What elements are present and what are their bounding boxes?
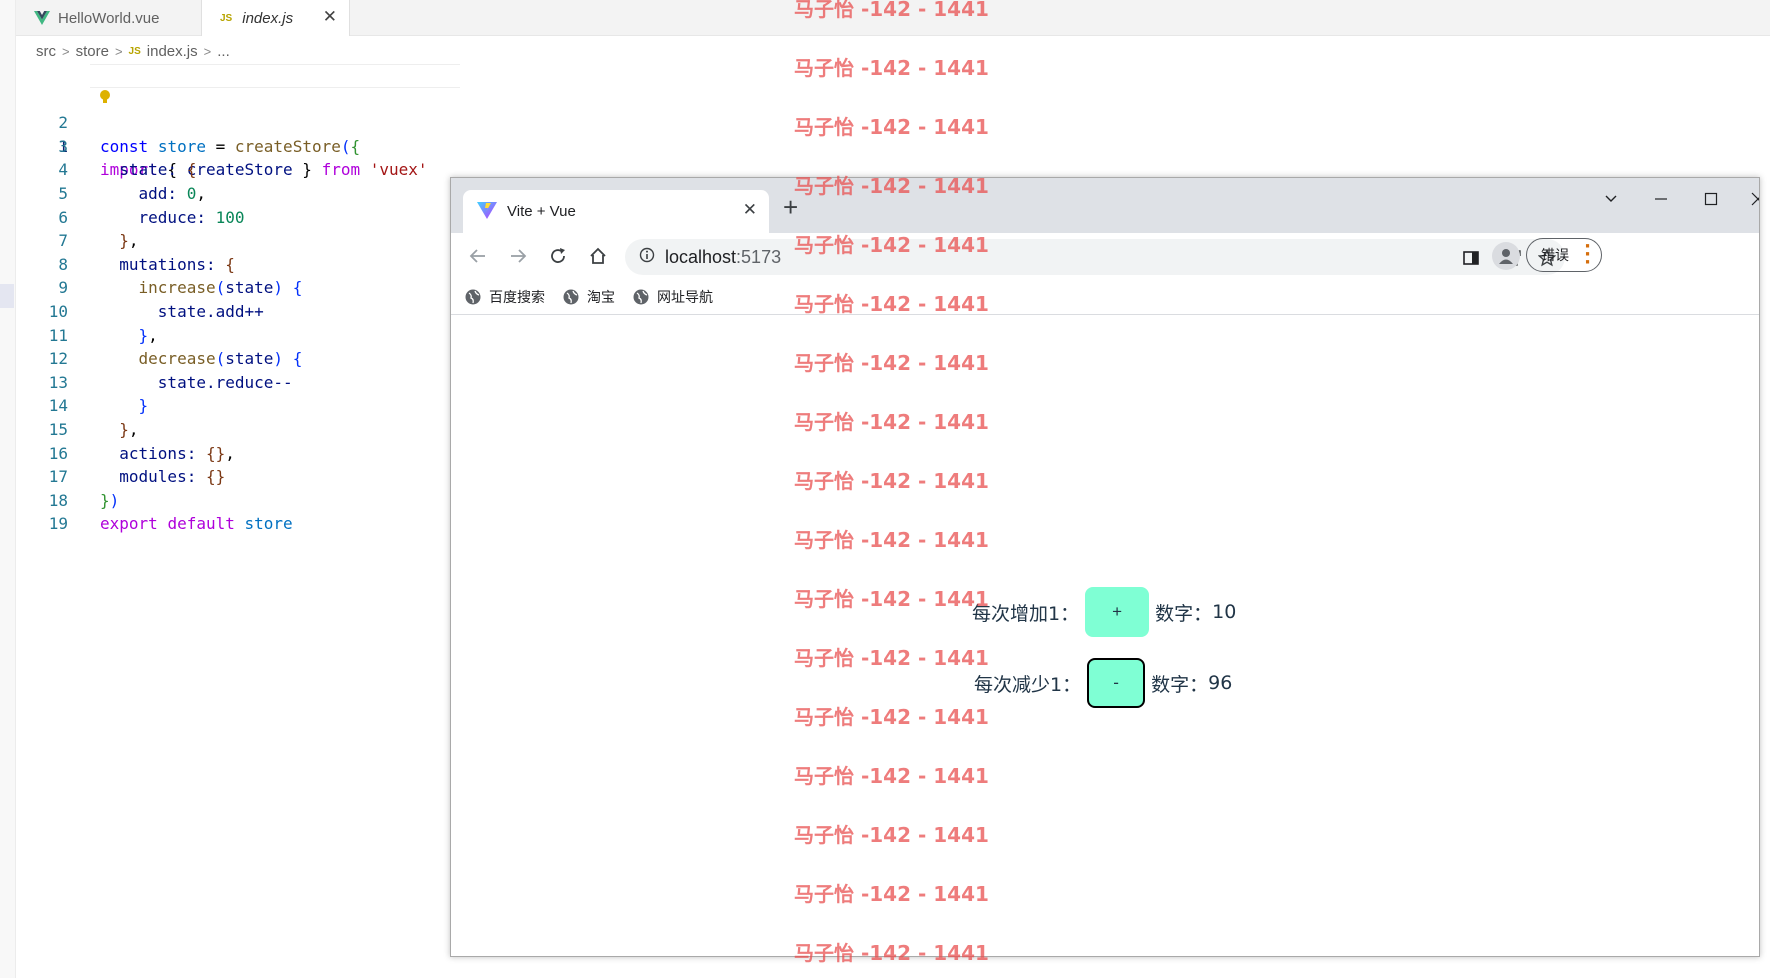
chevron-right-icon: > bbox=[203, 43, 212, 59]
code-line: 5 reduce: 100 bbox=[0, 158, 460, 227]
reload-icon[interactable] bbox=[545, 243, 571, 269]
increase-button[interactable]: + bbox=[1085, 587, 1150, 637]
globe-icon bbox=[563, 289, 579, 304]
code-line: 18 export default store bbox=[0, 465, 460, 534]
menu-dots-icon: · · · bbox=[1584, 236, 1591, 273]
profile-icon[interactable] bbox=[1492, 242, 1520, 270]
browser-tab-title: Vite + Vue bbox=[507, 203, 576, 220]
window-close-icon[interactable] bbox=[1713, 190, 1759, 214]
code-line: 9 state.add++ bbox=[0, 253, 460, 321]
tab-helloworld-vue[interactable]: HelloWorld.vue bbox=[16, 0, 202, 36]
code-line: 15 actions: {}, bbox=[0, 394, 460, 463]
url-host: localhost bbox=[665, 246, 737, 267]
decrease-button[interactable]: - bbox=[1087, 658, 1146, 708]
increase-row: 每次增加1： + 数字： 10 bbox=[972, 587, 1236, 637]
count-value: 10 bbox=[1212, 601, 1237, 623]
bookmark-baidu[interactable]: 百度搜索 bbox=[465, 287, 545, 307]
code-line: 10 }, bbox=[0, 276, 460, 345]
tab-index-js[interactable]: JS index.js ✕ bbox=[202, 0, 350, 36]
back-arrow-icon[interactable] bbox=[465, 243, 491, 269]
code-line: 17 }) bbox=[0, 442, 460, 510]
home-icon[interactable] bbox=[585, 243, 611, 269]
code-line: 8 increase(state) { bbox=[0, 229, 460, 298]
minimize-icon[interactable] bbox=[1641, 190, 1681, 214]
vite-icon bbox=[477, 201, 497, 223]
bookmarks-bar: 百度搜索 淘宝 网址导航 bbox=[451, 279, 1759, 315]
bookmark-label: 淘宝 bbox=[587, 289, 615, 306]
code-line: 19 bbox=[0, 489, 460, 533]
bookmark-nav[interactable]: 网址导航 bbox=[633, 287, 713, 307]
code-line: 14 }, bbox=[0, 371, 460, 439]
globe-icon bbox=[633, 289, 649, 304]
chevron-down-icon[interactable] bbox=[1591, 190, 1631, 214]
bookmark-label: 网址导航 bbox=[657, 289, 713, 306]
code-area[interactable]: 1 import { createStore } from 'vuex' 2 c… bbox=[0, 64, 460, 534]
breadcrumb: src > store > JS index.js > ... bbox=[36, 40, 230, 62]
error-button[interactable]: 错误 · · · bbox=[1526, 238, 1602, 272]
close-icon[interactable]: ✕ bbox=[743, 200, 757, 220]
decrease-row: 每次减少1： - 数字： 96 bbox=[974, 658, 1232, 708]
breadcrumb-item-symbol[interactable]: ... bbox=[217, 43, 230, 60]
tab-label: index.js bbox=[242, 9, 294, 27]
editor-tab-bar: HelloWorld.vue JS index.js ✕ bbox=[16, 0, 1770, 36]
address-bar[interactable]: localhost:5173 bbox=[625, 239, 1565, 275]
browser-toolbar: localhost:5173 错误 · · · bbox=[451, 233, 1759, 279]
breadcrumb-item-file[interactable]: index.js bbox=[147, 43, 198, 60]
count-label: 数字： bbox=[1151, 673, 1209, 696]
chevron-right-icon: > bbox=[114, 43, 123, 59]
js-icon: JS bbox=[128, 45, 141, 57]
bookmark-label: 百度搜索 bbox=[489, 289, 545, 306]
increase-label: 每次增加1： bbox=[972, 602, 1080, 625]
code-line: 4 add: 0, bbox=[0, 135, 460, 203]
lightbulb-icon[interactable] bbox=[22, 64, 111, 103]
url-port: :5173 bbox=[736, 246, 782, 267]
breadcrumb-item-src[interactable]: src bbox=[36, 43, 56, 60]
globe-icon bbox=[465, 289, 481, 304]
code-line: 1 import { createStore } from 'vuex' bbox=[0, 64, 460, 179]
new-tab-button[interactable]: + bbox=[783, 194, 798, 220]
info-icon[interactable] bbox=[639, 247, 655, 268]
code-line: 12 state.reduce-- bbox=[0, 324, 460, 392]
current-line-highlight bbox=[90, 64, 460, 88]
browser-window: Vite + Vue ✕ + localhost:5173 错误 · · · … bbox=[450, 177, 1760, 957]
decrease-label: 每次减少1： bbox=[974, 673, 1082, 696]
code-line: 3 state: { bbox=[0, 111, 460, 180]
chevron-right-icon: > bbox=[62, 43, 70, 59]
vue-icon bbox=[34, 11, 50, 25]
error-button-label: 错误 bbox=[1541, 248, 1569, 264]
code-line: 6 }, bbox=[0, 182, 460, 251]
side-panel-icon[interactable] bbox=[1459, 247, 1483, 269]
code-line: 16 modules: {} bbox=[0, 418, 460, 487]
tab-label: HelloWorld.vue bbox=[58, 9, 160, 27]
code-line: 13 } bbox=[0, 347, 460, 416]
count-value: 96 bbox=[1208, 672, 1233, 694]
browser-titlebar: Vite + Vue ✕ + bbox=[451, 178, 1759, 233]
browser-tab[interactable]: Vite + Vue ✕ bbox=[463, 190, 769, 233]
forward-arrow-icon[interactable] bbox=[505, 243, 531, 269]
close-icon[interactable]: ✕ bbox=[323, 7, 337, 27]
breadcrumb-item-store[interactable]: store bbox=[76, 43, 109, 60]
code-text: export default store bbox=[100, 514, 293, 534]
code-line: 7 mutations: { bbox=[0, 206, 460, 274]
code-line: 11 decrease(state) { bbox=[0, 300, 460, 369]
js-icon: JS bbox=[220, 12, 233, 24]
line-number: 19 bbox=[48, 514, 68, 534]
page-viewport: 每次增加1： + 数字： 10 每次减少1： - 数字： 96 bbox=[451, 316, 1759, 956]
count-label: 数字： bbox=[1155, 602, 1213, 625]
code-line: 2 const store = createStore({ bbox=[0, 88, 460, 156]
bookmark-taobao[interactable]: 淘宝 bbox=[563, 287, 615, 307]
